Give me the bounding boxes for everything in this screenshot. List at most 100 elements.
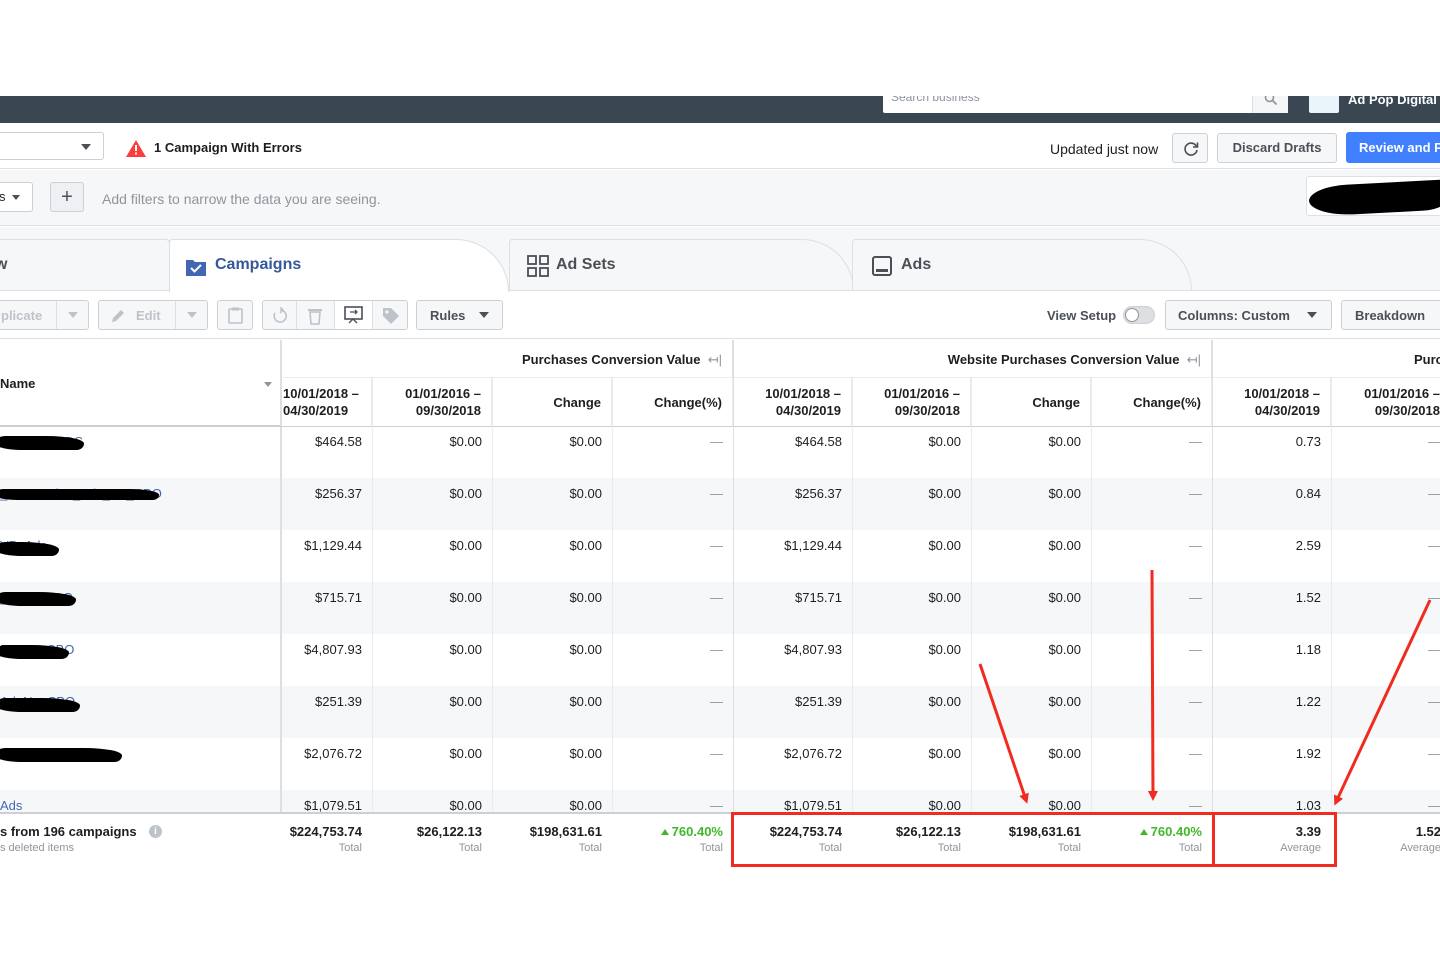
campaign-errors-link[interactable]: 1 Campaign With Errors [154,140,302,155]
business-logo[interactable] [1309,96,1339,113]
column-resize-icon[interactable]: ↤| [704,352,722,367]
column-divider [1091,378,1092,864]
column-resize-icon[interactable]: ↤| [1183,352,1201,367]
roas-period-b-cell: — [1428,746,1440,761]
purchases-value-change-cell: $0.00 [569,590,602,605]
account-selector[interactable] [0,132,104,160]
column-header-label: 10/01/2018 – 04/30/2019 [283,386,359,418]
tab-account-overview[interactable]: w [0,239,170,291]
website-purchases-value-change-pct-cell: — [1189,798,1202,813]
column-header-website-purchases-value-change-pct[interactable]: Change(%) [1091,378,1212,426]
undo-icon[interactable] [271,307,289,325]
purchases-conversion-value-group[interactable]: Purchases Conversion Value ↤| [283,340,733,378]
column-group-divider [1212,340,1213,864]
business-search-box[interactable]: Search business [883,96,1288,113]
campaign-name-cell: Ad_No_CBO [0,686,280,738]
campaign-name-cell: _Conv_CBO [0,582,280,634]
roas-period-b-cell: — [1428,486,1440,501]
column-header-purchases-value-period-b[interactable]: 01/01/2016 – 09/30/2018 [372,378,492,426]
duplicate-button[interactable]: plicate [0,300,89,330]
saved-view-label: s [0,189,6,204]
website-purchases-value-change-cell: $0.00 [1048,694,1081,709]
search-button[interactable] [1252,96,1288,113]
breakdown-dropdown[interactable]: Breakdown [1341,300,1440,330]
summary-aggregation-label: Total [338,842,362,854]
increase-arrow-icon [660,829,669,835]
tab-ads[interactable]: Ads [852,239,1192,291]
tab-ad-sets[interactable]: Ad Sets [509,239,854,291]
redaction-mark [0,698,80,712]
tab-campaigns[interactable]: Campaigns [169,239,509,292]
website-purchases-value-period-a-cell: $1,129.44 [784,538,842,553]
roas-group[interactable]: Purc [1212,340,1440,378]
name-column: Name PROMO_ADS_Conversion_Ads_No_CBOVP_A… [0,340,282,864]
campaign-folder-icon [186,260,206,276]
ads-manager-screenshot: Search business Ad Pop Digital 1 Campaig… [0,96,1440,864]
purchases-value-change-pct-cell: — [710,642,723,657]
column-header-purchases-value-change[interactable]: Change [492,378,612,426]
chevron-down-icon [187,312,197,318]
redaction-mark [0,592,76,606]
column-header-website-purchases-value-period-b[interactable]: 01/01/2016 – 09/30/2018 [852,378,971,426]
chevron-down-icon [12,195,20,200]
column-header-website-purchases-value-period-a[interactable]: 10/01/2018 – 04/30/2019 [733,378,852,426]
purchases-value-change-cell: $0.00 [569,746,602,761]
summary-website-purchases-value-change: $198,631.61 [1009,824,1081,839]
column-header-website-purchases-value-change[interactable]: Change [971,378,1091,426]
column-header-purchases-value-change-pct[interactable]: Change(%) [612,378,733,426]
button-divider [372,301,373,329]
edit-button[interactable]: Edit [98,300,208,330]
website-purchases-conversion-value-group[interactable]: Website Purchases Conversion Value ↤| [733,340,1212,378]
summary-value: $198,631.61 [529,824,602,839]
toggle-knob [1125,308,1139,322]
summary-website-purchases-value-period-a: $224,753.74 [770,824,842,839]
summary-value: $224,753.74 [769,824,842,839]
name-header-label: Name [0,376,36,391]
roas-period-a-cell: 1.03 [1295,798,1321,813]
columns-dropdown[interactable]: Columns: Custom [1165,300,1332,330]
info-icon[interactable]: i [149,825,162,838]
rules-button[interactable]: Rules [416,300,503,330]
group-title: Purchases Conversion Value ↤| [522,352,722,368]
business-name[interactable]: Ad Pop Digital [1348,96,1437,107]
view-setup-toggle[interactable] [1123,306,1155,324]
tab-label: w [0,256,8,273]
website-purchases-value-period-a-cell: $1,079.51 [784,798,842,813]
column-header-label: 01/01/2016 – 09/30/2018 [1364,386,1440,418]
column-header-roas-period-a[interactable]: 10/01/2018 – 04/30/2019 [1212,378,1331,426]
review-and-publish-button[interactable]: Review and Publish [1346,132,1440,163]
name-column-header[interactable]: Name [0,340,280,426]
trash-icon[interactable] [307,307,323,325]
saved-view-selector[interactable]: s [0,182,33,212]
summary-website-purchases-value-period-b: $26,122.13 [896,824,961,839]
campaign-name-link[interactable]: Ads [0,798,22,813]
export-button[interactable] [335,301,372,329]
add-filter-button[interactable]: + [50,182,84,212]
copy-button[interactable] [217,300,253,330]
column-header-label: Change(%) [654,395,722,410]
refresh-button[interactable] [1172,133,1208,163]
redaction-mark [0,645,69,659]
business-search-input[interactable]: Search business [891,96,980,104]
tab-label: Ads [901,256,932,273]
purchases-value-period-b-cell: $0.00 [449,434,482,449]
column-header-label: Change(%) [1133,395,1201,410]
summary-value: $26,122.13 [416,824,482,839]
purchases-value-period-a-cell: $1,079.51 [304,798,362,813]
group-label: Purc [1414,352,1440,367]
purchases-value-period-b-cell: $0.00 [449,798,482,813]
discard-drafts-button[interactable]: Discard Drafts [1217,133,1337,163]
roas-period-b-cell: — [1428,590,1440,605]
date-range-picker[interactable] [1306,176,1440,216]
website-purchases-value-period-b-cell: $0.00 [928,434,961,449]
filter-search-input[interactable]: Add filters to narrow the data you are s… [102,191,381,207]
column-header-roas-period-b[interactable]: 01/01/2016 – 09/30/2018 [1331,378,1440,426]
roas-period-a-cell: 0.84 [1295,486,1321,501]
chevron-down-icon [68,312,78,318]
column-header-purchases-value-period-a[interactable]: 10/01/2018 – 04/30/2019 [283,378,372,426]
summary-purchases-value-period-b: $26,122.13 [417,824,482,839]
tag-icon[interactable] [382,307,400,325]
column-header-label: 10/01/2018 – 04/30/2019 [765,386,841,418]
summary-value: 3.39 [1295,824,1321,839]
group-label: Purchases Conversion Value [522,352,701,367]
